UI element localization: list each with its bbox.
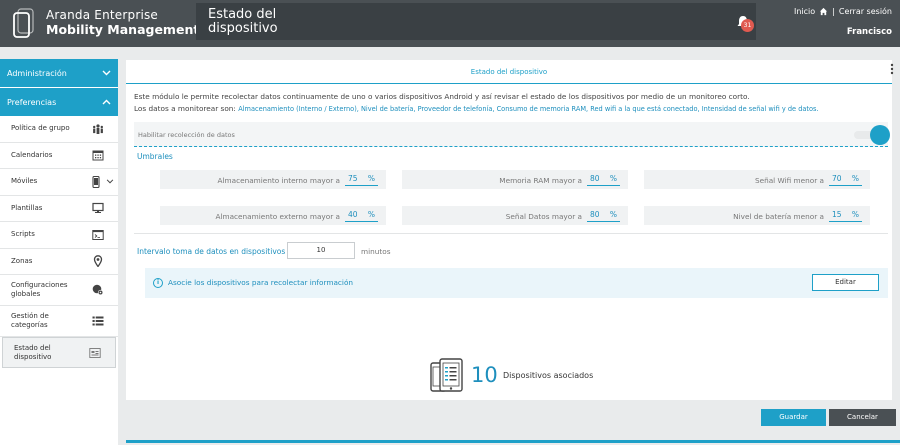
top-header: Aranda Enterprise Mobility Management Es… xyxy=(0,0,900,47)
interval-label: Intervalo toma de datos en dispositivos xyxy=(137,247,286,256)
list-icon xyxy=(92,316,104,326)
logo-icon xyxy=(13,8,34,38)
associate-devices-text: Asocie los dispositivos para recolectar … xyxy=(168,278,354,287)
cancel-button[interactable]: Cancelar xyxy=(829,409,896,426)
user-name[interactable]: Francisco xyxy=(847,27,892,37)
monitored-data-text: Los datos a monitorear son: Almacenamien… xyxy=(134,104,819,113)
enable-collection-label: Habilitar recolección de datos xyxy=(138,131,235,139)
threshold-internal-storage-input[interactable]: 75% xyxy=(345,174,378,186)
sidebar-item-calendarios[interactable]: Calendarios xyxy=(0,143,118,169)
sidebar-item-politica-de-grupo[interactable]: Política de grupo xyxy=(0,116,118,143)
associate-devices-bar: i Asocie los dispositivos para recolecta… xyxy=(145,268,888,298)
bottom-accent-line xyxy=(126,440,900,443)
brand-line1: Aranda Enterprise xyxy=(46,8,159,22)
page-title: Estado del dispositivo xyxy=(208,7,278,36)
terminal-icon xyxy=(92,229,104,240)
threshold-wifi-signal: Señal Wifi menor a 70% xyxy=(644,170,870,189)
threshold-ram-input[interactable]: 80% xyxy=(587,174,620,186)
threshold-internal-storage: Almacenamiento interno mayor a 75% xyxy=(160,170,386,189)
group-icon xyxy=(93,124,103,134)
brand: Aranda Enterprise Mobility Management xyxy=(46,8,199,37)
interval-unit: minutos xyxy=(361,247,391,256)
sidebar-section-preferencias[interactable]: Preferencias xyxy=(0,88,118,116)
mobile-icon xyxy=(92,175,100,188)
sidebar: Administración Preferencias Política de … xyxy=(0,59,118,445)
threshold-wifi-signal-input[interactable]: 70% xyxy=(829,174,862,186)
description-text: Este módulo le permite recolectar datos … xyxy=(134,92,750,101)
enable-collection-toggle[interactable] xyxy=(854,125,890,145)
threshold-external-storage-input[interactable]: 40% xyxy=(345,210,378,222)
sidebar-item-moviles[interactable]: Móviles xyxy=(0,169,118,196)
sidebar-item-estado-del-dispositivo[interactable]: Estado del dispositivo xyxy=(2,337,116,368)
threshold-data-signal: Señal Datos mayor a 80% xyxy=(402,206,628,225)
threshold-data-signal-input[interactable]: 80% xyxy=(587,210,620,222)
sidebar-item-configuraciones-globales[interactable]: Configuraciones globales xyxy=(0,275,118,306)
sidebar-item-gestion-de-categorias[interactable]: Gestión de categorías xyxy=(0,306,118,337)
sidebar-item-scripts[interactable]: Scripts xyxy=(0,222,118,249)
chevron-up-icon xyxy=(102,99,111,105)
home-link[interactable]: Inicio xyxy=(794,7,815,16)
device-status-icon xyxy=(89,347,101,358)
interval-input[interactable]: 10 xyxy=(287,242,355,259)
page-title-box: Estado del dispositivo xyxy=(196,3,756,40)
chevron-down-icon xyxy=(102,70,111,76)
brand-line2: Mobility Management xyxy=(46,22,200,37)
link-separator: | xyxy=(832,7,835,16)
location-pin-icon xyxy=(93,255,103,268)
monitor-icon xyxy=(92,203,104,214)
sidebar-section-administracion[interactable]: Administración xyxy=(0,59,118,87)
threshold-battery-input[interactable]: 15% xyxy=(829,210,862,222)
threshold-external-storage: Almacenamiento externo mayor a 40% xyxy=(160,206,386,225)
threshold-battery: Nivel de batería menor a 15% xyxy=(644,206,870,225)
info-icon: i xyxy=(153,278,163,288)
more-options-icon[interactable] xyxy=(890,63,894,75)
logout-link[interactable]: Cerrar sesión xyxy=(839,7,892,16)
home-icon[interactable] xyxy=(819,7,828,16)
top-links: Inicio | Cerrar sesión xyxy=(794,7,892,16)
global-settings-icon xyxy=(92,284,104,296)
device-count: 10 xyxy=(471,363,498,387)
device-count-label: Dispositivos asociados xyxy=(503,371,594,380)
devices-icon xyxy=(430,358,463,392)
edit-button[interactable]: Editar xyxy=(812,274,879,291)
threshold-ram: Memoria RAM mayor a 80% xyxy=(402,170,628,189)
notification-badge[interactable]: 31 xyxy=(741,19,754,32)
divider xyxy=(134,233,888,234)
card-title: Estado del dispositivo xyxy=(126,60,892,84)
enable-collection-row: Habilitar recolección de datos xyxy=(134,122,890,147)
chevron-down-icon[interactable] xyxy=(106,179,114,184)
sidebar-item-plantillas[interactable]: Plantillas xyxy=(0,196,118,222)
save-button[interactable]: Guardar xyxy=(761,409,826,426)
calendar-icon xyxy=(92,150,104,161)
thresholds-title: Umbrales xyxy=(137,152,173,161)
sidebar-item-zonas[interactable]: Zonas xyxy=(0,249,118,275)
